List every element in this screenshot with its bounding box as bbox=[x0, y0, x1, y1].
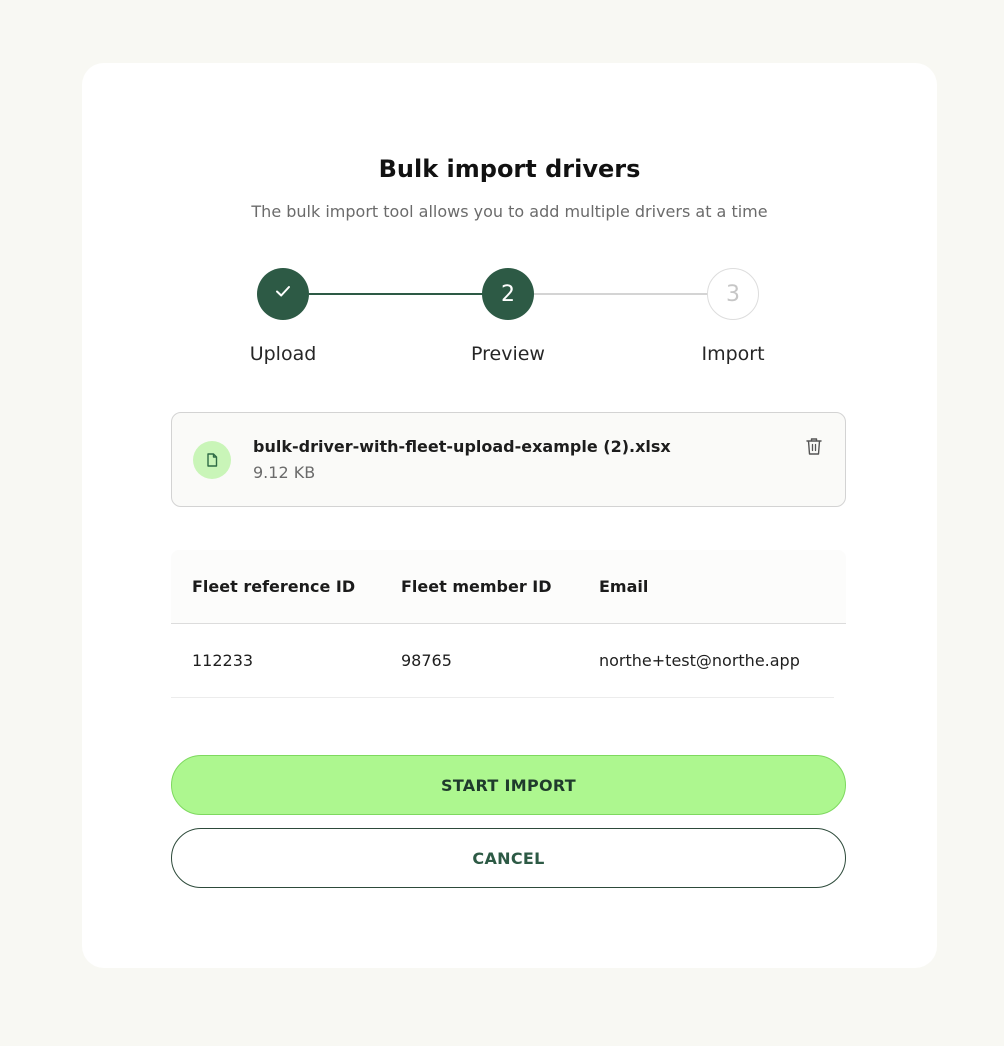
trash-icon[interactable] bbox=[802, 433, 826, 459]
start-import-button[interactable]: START IMPORT bbox=[171, 755, 846, 815]
cell-fleet-reference-id: 112233 bbox=[192, 651, 254, 670]
stepper-connector-completed bbox=[309, 293, 483, 295]
bulk-import-modal: Bulk import drivers The bulk import tool… bbox=[82, 63, 937, 968]
column-header-fleet-member-id: Fleet member ID bbox=[401, 577, 552, 596]
modal-subtitle: The bulk import tool allows you to add m… bbox=[251, 202, 768, 221]
cancel-button[interactable]: CANCEL bbox=[171, 828, 846, 888]
step-preview-circle: 2 bbox=[482, 268, 534, 320]
step-import-label: Import bbox=[701, 343, 765, 365]
table-header: Fleet reference ID Fleet member ID Email bbox=[171, 550, 846, 624]
preview-table: Fleet reference ID Fleet member ID Email… bbox=[171, 550, 846, 698]
modal-title: Bulk import drivers bbox=[378, 155, 641, 183]
cell-email: northe+test@northe.app bbox=[599, 651, 800, 670]
check-icon bbox=[273, 281, 293, 307]
file-name: bulk-driver-with-fleet-upload-example (2… bbox=[253, 437, 671, 456]
file-icon bbox=[193, 441, 231, 479]
stepper-connector-pending bbox=[534, 293, 708, 295]
step-preview-label: Preview bbox=[471, 343, 545, 365]
uploaded-file-card: bulk-driver-with-fleet-upload-example (2… bbox=[171, 412, 846, 507]
step-import-circle: 3 bbox=[707, 268, 759, 320]
step-upload-circle bbox=[257, 268, 309, 320]
file-size: 9.12 KB bbox=[253, 463, 316, 482]
cell-fleet-member-id: 98765 bbox=[401, 651, 452, 670]
step-upload-label: Upload bbox=[249, 343, 317, 365]
table-row: 112233 98765 northe+test@northe.app bbox=[171, 624, 834, 698]
column-header-fleet-reference-id: Fleet reference ID bbox=[192, 577, 356, 596]
column-header-email: Email bbox=[599, 577, 649, 596]
